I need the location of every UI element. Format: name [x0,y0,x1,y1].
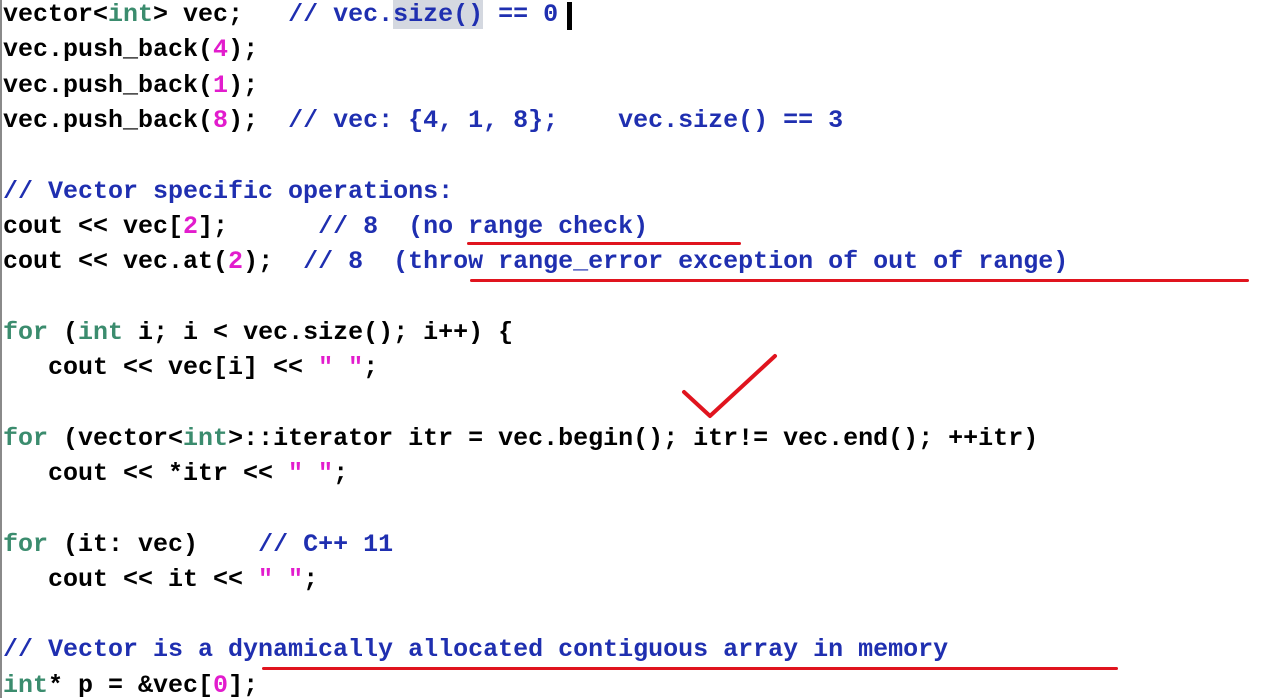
underline-no-range-check [467,242,741,245]
code-token: size() [393,0,484,29]
code-line-2: vec.push_back(4); [3,32,258,67]
code-line-19: // Vector is a dynamically allocated con… [3,632,948,667]
code-token: cout << vec.at( [3,247,229,277]
code-token: int [183,423,229,453]
code-token: // Vector specific operations: [3,176,454,206]
code-token: cout << *itr << [3,458,289,488]
code-line-20: int* p = &vec[0]; [3,668,258,698]
underline-dynamically-allocated [262,667,1118,670]
code-token: for [3,423,49,453]
code-token: int [3,670,49,698]
code-token: ( [48,317,79,347]
code-token: // 8 (throw range_error exception of out… [303,247,1069,277]
code-token: ); [228,70,259,100]
code-token: " " [258,564,304,594]
code-token: vec.push_back( [3,105,214,135]
code-token: >::iterator itr = vec.begin(); itr!= vec… [228,423,1039,453]
checkmark-icon [682,354,777,418]
code-line-4: vec.push_back(8); // vec: {4, 1, 8}; vec… [3,103,843,138]
code-line-11: cout << vec[i] << " "; [3,350,378,385]
code-token: == 0 [483,0,559,29]
code-line-6: // Vector specific operations: [3,174,453,209]
code-line-10: for (int i; i < vec.size(); i++) { [3,315,513,350]
underline-throw-range-error [470,279,1249,282]
code-line-17: cout << it << " "; [3,562,318,597]
code-token: cout << it << [3,564,259,594]
code-token: int [108,0,154,29]
code-line-13: for (vector<int>::iterator itr = vec.beg… [3,421,1038,456]
code-token: ); [228,105,289,135]
code-line-14: cout << *itr << " "; [3,456,348,491]
code-token: 8 [213,105,229,135]
code-token: cout << vec[ [3,211,184,241]
code-token: ]; [228,670,259,698]
editor-left-border [0,0,2,698]
code-line-16: for (it: vec) // C++ 11 [3,527,393,562]
code-token: for [3,317,49,347]
code-token: // vec. [288,0,394,29]
code-token: vector< [3,0,109,29]
code-token: int [78,317,124,347]
code-token: * p = &vec[ [48,670,214,698]
code-token: 0 [213,670,229,698]
code-token: // 8 (no range check) [318,211,649,241]
code-token: for [3,529,49,559]
code-editor[interactable]: vector<int> vec; // vec.size() == 0 vec.p… [0,0,1265,698]
code-line-8: cout << vec.at(2); // 8 (throw range_err… [3,244,1068,279]
code-token: vec.push_back( [3,70,214,100]
code-token: // Vector is a dynamically allocated con… [3,635,949,665]
code-line-7: cout << vec[2]; // 8 (no range check) [3,209,648,244]
code-token: > vec; [153,0,289,29]
code-line-1: vector<int> vec; // vec.size() == 0 [3,0,558,32]
code-token: (vector< [48,423,184,453]
code-token: ; [303,564,319,594]
code-token: " " [318,353,364,382]
code-line-3: vec.push_back(1); [3,68,258,103]
code-token: ; [363,353,379,382]
code-token: 4 [213,35,229,65]
code-token: 2 [228,247,244,277]
code-token: ]; [198,211,319,241]
text-caret [567,2,572,30]
code-token: ; [333,458,349,488]
code-token: 1 [213,70,229,100]
code-token: ); [228,35,259,65]
code-token: i; i < vec.size(); i++) { [123,317,514,347]
code-token: 2 [183,211,199,241]
code-token: " " [288,458,334,488]
code-token: // vec: {4, 1, 8}; vec.size() == 3 [288,105,844,135]
code-token: (it: vec) [48,529,259,559]
code-token: vec.push_back( [3,35,214,65]
code-token: // C++ 11 [258,529,394,559]
code-token: cout << vec[i] << [3,353,319,382]
code-token: ); [243,247,304,277]
